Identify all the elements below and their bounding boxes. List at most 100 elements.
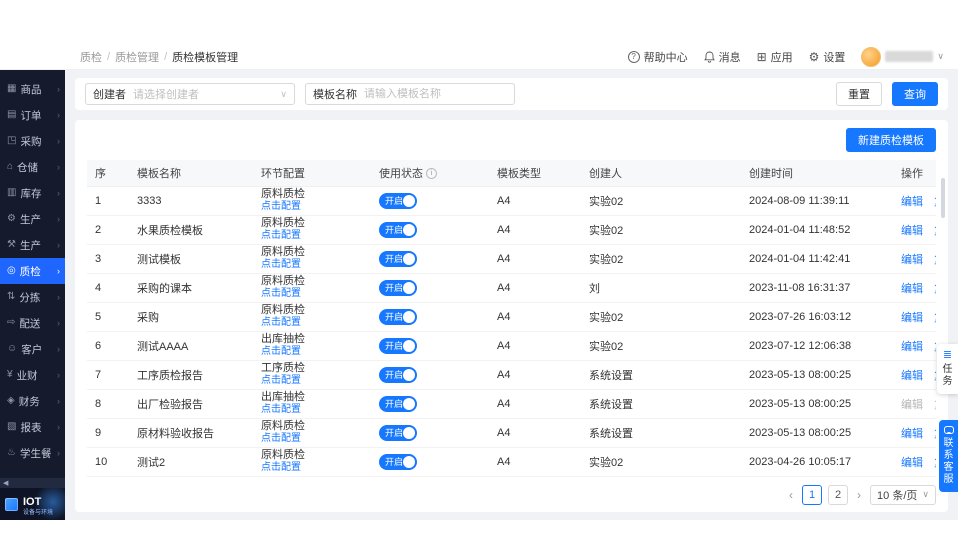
configure-link[interactable]: 点击配置 xyxy=(261,230,363,242)
tasks-widget[interactable]: ≣ 任务 xyxy=(937,344,958,394)
sidebar-item-sorting[interactable]: ⇅ 分拣 › xyxy=(0,284,65,310)
copy-link[interactable]: 复制 xyxy=(934,341,936,353)
edit-link[interactable]: 编辑 xyxy=(901,283,923,295)
edit-link[interactable]: 编辑 xyxy=(901,254,923,266)
edit-link[interactable]: 编辑 xyxy=(901,399,923,411)
status-toggle[interactable]: 开启 xyxy=(379,251,417,267)
configure-link[interactable]: 点击配置 xyxy=(261,317,363,329)
sidebar-collapse-strip[interactable]: ◀ xyxy=(0,478,65,488)
copy-link[interactable]: 复制 xyxy=(934,457,936,469)
cell-template-name: 工序质检报告 xyxy=(129,360,253,389)
edit-link[interactable]: 编辑 xyxy=(901,457,923,469)
copy-link[interactable]: 复制 xyxy=(934,399,936,411)
reset-button[interactable]: 重置 xyxy=(836,82,882,106)
copy-link[interactable]: 复制 xyxy=(934,225,936,237)
copy-link[interactable]: 复制 xyxy=(934,196,936,208)
cell-creator: 实验02 xyxy=(581,215,741,244)
status-toggle[interactable]: 开启 xyxy=(379,309,417,325)
chevron-down-icon: ∨ xyxy=(280,89,287,100)
cell-operations: 编辑 复制 删除 xyxy=(893,302,936,331)
template-name-input[interactable] xyxy=(364,88,507,100)
page-size-value: 10 条/页 xyxy=(877,487,917,503)
configure-link[interactable]: 点击配置 xyxy=(261,404,363,416)
chevron-right-icon: › xyxy=(57,370,60,380)
copy-link[interactable]: 复制 xyxy=(934,283,936,295)
copy-link[interactable]: 复制 xyxy=(934,254,936,266)
edit-link[interactable]: 编辑 xyxy=(901,196,923,208)
sidebar-item-production-1[interactable]: ⚙ 生产 › xyxy=(0,206,65,232)
sidebar-item-goods[interactable]: ▦ 商品 › xyxy=(0,76,65,102)
status-toggle[interactable]: 开启 xyxy=(379,396,417,412)
breadcrumb-quality-mgmt[interactable]: 质检管理 xyxy=(115,49,159,65)
help-center-button[interactable]: ? 帮助中心 xyxy=(628,49,688,65)
edit-link[interactable]: 编辑 xyxy=(901,341,923,353)
sidebar-item-biz-finance[interactable]: ¥ 业财 › xyxy=(0,362,65,388)
status-toggle[interactable]: 开启 xyxy=(379,367,417,383)
settings-button[interactable]: ⚙ 设置 xyxy=(809,49,846,65)
cell-status: 开启 xyxy=(371,215,489,244)
configure-link[interactable]: 点击配置 xyxy=(261,462,363,474)
status-toggle[interactable]: 开启 xyxy=(379,454,417,470)
edit-link[interactable]: 编辑 xyxy=(901,312,923,324)
sidebar-item-orders[interactable]: ▤ 订单 › xyxy=(0,102,65,128)
breadcrumb-quality[interactable]: 质检 xyxy=(80,49,102,65)
cell-status: 开启 xyxy=(371,186,489,215)
edit-link[interactable]: 编辑 xyxy=(901,370,923,382)
edit-link[interactable]: 编辑 xyxy=(901,428,923,440)
template-name-field[interactable]: 模板名称 xyxy=(305,83,515,105)
apps-label: 应用 xyxy=(771,49,793,65)
breadcrumb-separator: / xyxy=(107,51,110,63)
sidebar-item-customer[interactable]: ☺ 客户 › xyxy=(0,336,65,362)
status-toggle[interactable]: 开启 xyxy=(379,222,417,238)
configure-link[interactable]: 点击配置 xyxy=(261,201,363,213)
sidebar-item-quality[interactable]: ◎ 质检 › xyxy=(0,258,65,284)
stage-name: 工序质检 xyxy=(261,362,363,375)
prev-page-button[interactable]: ‹ xyxy=(786,488,796,502)
sidebar-item-production-2[interactable]: ⚒ 生产 › xyxy=(0,232,65,258)
configure-link[interactable]: 点击配置 xyxy=(261,346,363,358)
messages-button[interactable]: 消息 xyxy=(704,49,741,65)
table-row: 9 原材料验收报告 原料质检 点击配置 开启 A4 系统设置 2023-05-1… xyxy=(87,418,936,447)
copy-link[interactable]: 复制 xyxy=(934,370,936,382)
sidebar-item-warehouse[interactable]: ⌂ 仓储 › xyxy=(0,154,65,180)
sidebar-item-delivery[interactable]: ⇨ 配送 › xyxy=(0,310,65,336)
configure-link[interactable]: 点击配置 xyxy=(261,259,363,271)
page-button-1[interactable]: 1 xyxy=(802,485,822,505)
configure-link[interactable]: 点击配置 xyxy=(261,288,363,300)
cell-template-type: A4 xyxy=(489,360,581,389)
search-button[interactable]: 查询 xyxy=(892,82,938,106)
cell-status: 开启 xyxy=(371,360,489,389)
status-toggle[interactable]: 开启 xyxy=(379,193,417,209)
copy-link[interactable]: 复制 xyxy=(934,312,936,324)
sidebar-item-purchase[interactable]: ◳ 采购 › xyxy=(0,128,65,154)
next-page-button[interactable]: › xyxy=(854,488,864,502)
info-icon[interactable]: i xyxy=(426,168,437,179)
cell-operations: 编辑 复制 删除 xyxy=(893,331,936,360)
status-toggle[interactable]: 开启 xyxy=(379,425,417,441)
status-toggle[interactable]: 开启 xyxy=(379,338,417,354)
table-scrollbar[interactable] xyxy=(941,178,945,218)
page-size-select[interactable]: 10 条/页 ∨ xyxy=(870,485,936,505)
edit-link[interactable]: 编辑 xyxy=(901,225,923,237)
page-button-2[interactable]: 2 xyxy=(828,485,848,505)
sidebar-item-finance[interactable]: ◈ 财务 › xyxy=(0,388,65,414)
new-template-button[interactable]: 新建质检模板 xyxy=(846,128,936,152)
sidebar-item-inventory[interactable]: ▥ 库存 › xyxy=(0,180,65,206)
cell-status: 开启 xyxy=(371,302,489,331)
configure-link[interactable]: 点击配置 xyxy=(261,433,363,445)
status-toggle[interactable]: 开启 xyxy=(379,280,417,296)
toggle-knob xyxy=(403,369,415,381)
sidebar-item-icon: ⚒ xyxy=(7,240,16,250)
toggle-knob xyxy=(403,224,415,236)
toggle-on-label: 开启 xyxy=(385,252,403,265)
user-menu[interactable]: ∨ xyxy=(861,47,944,67)
copy-link[interactable]: 复制 xyxy=(934,428,936,440)
configure-link[interactable]: 点击配置 xyxy=(261,375,363,387)
sidebar-item-student-meal[interactable]: ♨ 学生餐 › xyxy=(0,440,65,466)
sidebar-item-report[interactable]: ▧ 报表 › xyxy=(0,414,65,440)
customer-service-tab[interactable]: 联系客服 xyxy=(939,420,958,492)
template-table: 序模板名称环节配置使用状态i模板类型创建人创建时间操作 1 3333 原料质检 … xyxy=(87,160,936,477)
apps-button[interactable]: ⊞ 应用 xyxy=(757,49,793,65)
toggle-knob xyxy=(403,253,415,265)
creator-select[interactable]: 创建者 请选择创建者 ∨ xyxy=(85,83,295,105)
